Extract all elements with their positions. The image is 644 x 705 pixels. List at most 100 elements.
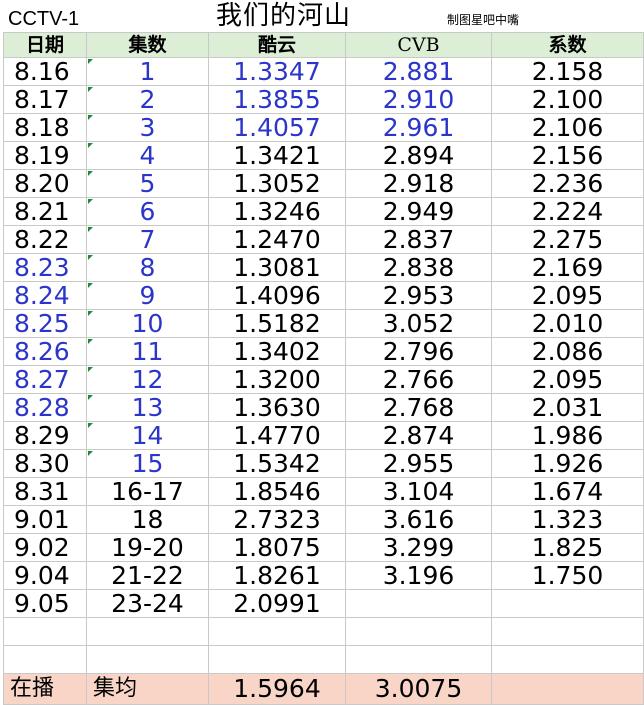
cell-kuyun[interactable]: 1.3402 <box>208 337 346 366</box>
cell-episode[interactable]: 2 <box>86 85 209 114</box>
cell-date[interactable]: 9.01 <box>3 505 87 534</box>
cell-kuyun[interactable]: 1.3347 <box>208 57 346 86</box>
summary-label-average[interactable]: 集均 <box>86 673 209 705</box>
cell-coef[interactable]: 1.323 <box>491 505 644 534</box>
cell-episode[interactable]: 5 <box>86 169 209 198</box>
cell-episode[interactable]: 4 <box>86 141 209 170</box>
cell-date[interactable]: 8.18 <box>3 113 87 142</box>
cell-coef[interactable]: 2.169 <box>491 253 644 282</box>
cell-cvb[interactable]: 2.881 <box>345 57 492 86</box>
cell-date[interactable]: 8.17 <box>3 85 87 114</box>
cell-cvb[interactable]: 3.052 <box>345 309 492 338</box>
cell-coef[interactable]: 1.674 <box>491 477 644 506</box>
cell-coef[interactable]: 2.106 <box>491 113 644 142</box>
cell-episode[interactable]: 16-17 <box>86 477 209 506</box>
cell-coef[interactable]: 2.031 <box>491 393 644 422</box>
cell-cvb[interactable]: 2.837 <box>345 225 492 254</box>
cell-kuyun[interactable]: 1.5342 <box>208 449 346 478</box>
cell-kuyun[interactable]: 1.3246 <box>208 197 346 226</box>
cell-date[interactable]: 8.28 <box>3 393 87 422</box>
cell-coef[interactable]: 1.926 <box>491 449 644 478</box>
cell-episode[interactable]: 15 <box>86 449 209 478</box>
cell-cvb[interactable]: 2.796 <box>345 337 492 366</box>
table-cell[interactable] <box>208 617 346 646</box>
cell-episode[interactable]: 12 <box>86 365 209 394</box>
cell-cvb[interactable]: 3.616 <box>345 505 492 534</box>
cell-date[interactable]: 8.21 <box>3 197 87 226</box>
col-header-cvb[interactable]: CVB <box>345 32 492 58</box>
cell-date[interactable]: 8.30 <box>3 449 87 478</box>
cell-episode[interactable]: 3 <box>86 113 209 142</box>
cell-episode[interactable]: 6 <box>86 197 209 226</box>
cell-coef[interactable]: 1.986 <box>491 421 644 450</box>
cell-episode[interactable]: 23-24 <box>86 589 209 618</box>
col-header-date[interactable]: 日期 <box>3 32 87 58</box>
cell-cvb[interactable]: 2.838 <box>345 253 492 282</box>
cell-coef[interactable]: 2.086 <box>491 337 644 366</box>
cell-kuyun[interactable]: 1.2470 <box>208 225 346 254</box>
table-cell[interactable] <box>345 617 492 646</box>
table-cell[interactable] <box>491 645 644 674</box>
cell-cvb[interactable]: 2.953 <box>345 281 492 310</box>
cell-episode[interactable]: 21-22 <box>86 561 209 590</box>
cell-kuyun[interactable]: 1.3421 <box>208 141 346 170</box>
col-header-kuyun[interactable]: 酷云 <box>208 32 346 58</box>
col-header-episode[interactable]: 集数 <box>86 32 209 58</box>
cell-episode[interactable]: 9 <box>86 281 209 310</box>
table-cell[interactable] <box>208 645 346 674</box>
cell-cvb[interactable]: 2.949 <box>345 197 492 226</box>
cell-episode[interactable]: 14 <box>86 421 209 450</box>
table-cell[interactable] <box>86 645 209 674</box>
cell-episode[interactable]: 19-20 <box>86 533 209 562</box>
cell-coef[interactable] <box>491 589 644 618</box>
cell-episode[interactable]: 8 <box>86 253 209 282</box>
col-header-coef[interactable]: 系数 <box>491 32 644 58</box>
cell-episode[interactable]: 11 <box>86 337 209 366</box>
cell-kuyun[interactable]: 1.4057 <box>208 113 346 142</box>
cell-date[interactable]: 8.24 <box>3 281 87 310</box>
cell-cvb[interactable]: 2.874 <box>345 421 492 450</box>
cell-date[interactable]: 8.23 <box>3 253 87 282</box>
cell-kuyun[interactable]: 1.8546 <box>208 477 346 506</box>
table-cell[interactable] <box>86 617 209 646</box>
cell-episode[interactable]: 7 <box>86 225 209 254</box>
cell-coef[interactable]: 2.100 <box>491 85 644 114</box>
cell-cvb[interactable]: 2.918 <box>345 169 492 198</box>
cell-coef[interactable]: 2.236 <box>491 169 644 198</box>
cell-date[interactable]: 8.26 <box>3 337 87 366</box>
cell-kuyun[interactable]: 1.3052 <box>208 169 346 198</box>
cell-cvb[interactable]: 2.768 <box>345 393 492 422</box>
summary-avg-kuyun[interactable]: 1.5964 <box>208 673 346 705</box>
cell-kuyun[interactable]: 2.0991 <box>208 589 346 618</box>
cell-date[interactable]: 8.25 <box>3 309 87 338</box>
cell-cvb[interactable]: 2.955 <box>345 449 492 478</box>
cell-kuyun[interactable]: 1.3081 <box>208 253 346 282</box>
cell-kuyun[interactable]: 1.8075 <box>208 533 346 562</box>
table-cell[interactable] <box>491 673 644 705</box>
cell-date[interactable]: 8.29 <box>3 421 87 450</box>
cell-kuyun[interactable]: 1.4096 <box>208 281 346 310</box>
cell-date[interactable]: 9.05 <box>3 589 87 618</box>
cell-cvb[interactable] <box>345 589 492 618</box>
cell-date[interactable]: 8.27 <box>3 365 87 394</box>
cell-coef[interactable]: 2.095 <box>491 365 644 394</box>
cell-coef[interactable]: 2.010 <box>491 309 644 338</box>
summary-avg-cvb[interactable]: 3.0075 <box>345 673 492 705</box>
cell-coef[interactable]: 1.750 <box>491 561 644 590</box>
cell-kuyun[interactable]: 1.3630 <box>208 393 346 422</box>
summary-label-airing[interactable]: 在播 <box>3 673 87 705</box>
cell-date[interactable]: 8.20 <box>3 169 87 198</box>
cell-coef[interactable]: 2.275 <box>491 225 644 254</box>
cell-kuyun[interactable]: 2.7323 <box>208 505 346 534</box>
cell-kuyun[interactable]: 1.3855 <box>208 85 346 114</box>
cell-cvb[interactable]: 3.104 <box>345 477 492 506</box>
cell-date[interactable]: 8.31 <box>3 477 87 506</box>
cell-date[interactable]: 8.16 <box>3 57 87 86</box>
table-cell[interactable] <box>491 617 644 646</box>
cell-date[interactable]: 9.02 <box>3 533 87 562</box>
cell-cvb[interactable]: 2.766 <box>345 365 492 394</box>
cell-episode[interactable]: 13 <box>86 393 209 422</box>
cell-cvb[interactable]: 3.196 <box>345 561 492 590</box>
cell-episode[interactable]: 1 <box>86 57 209 86</box>
cell-kuyun[interactable]: 1.3200 <box>208 365 346 394</box>
